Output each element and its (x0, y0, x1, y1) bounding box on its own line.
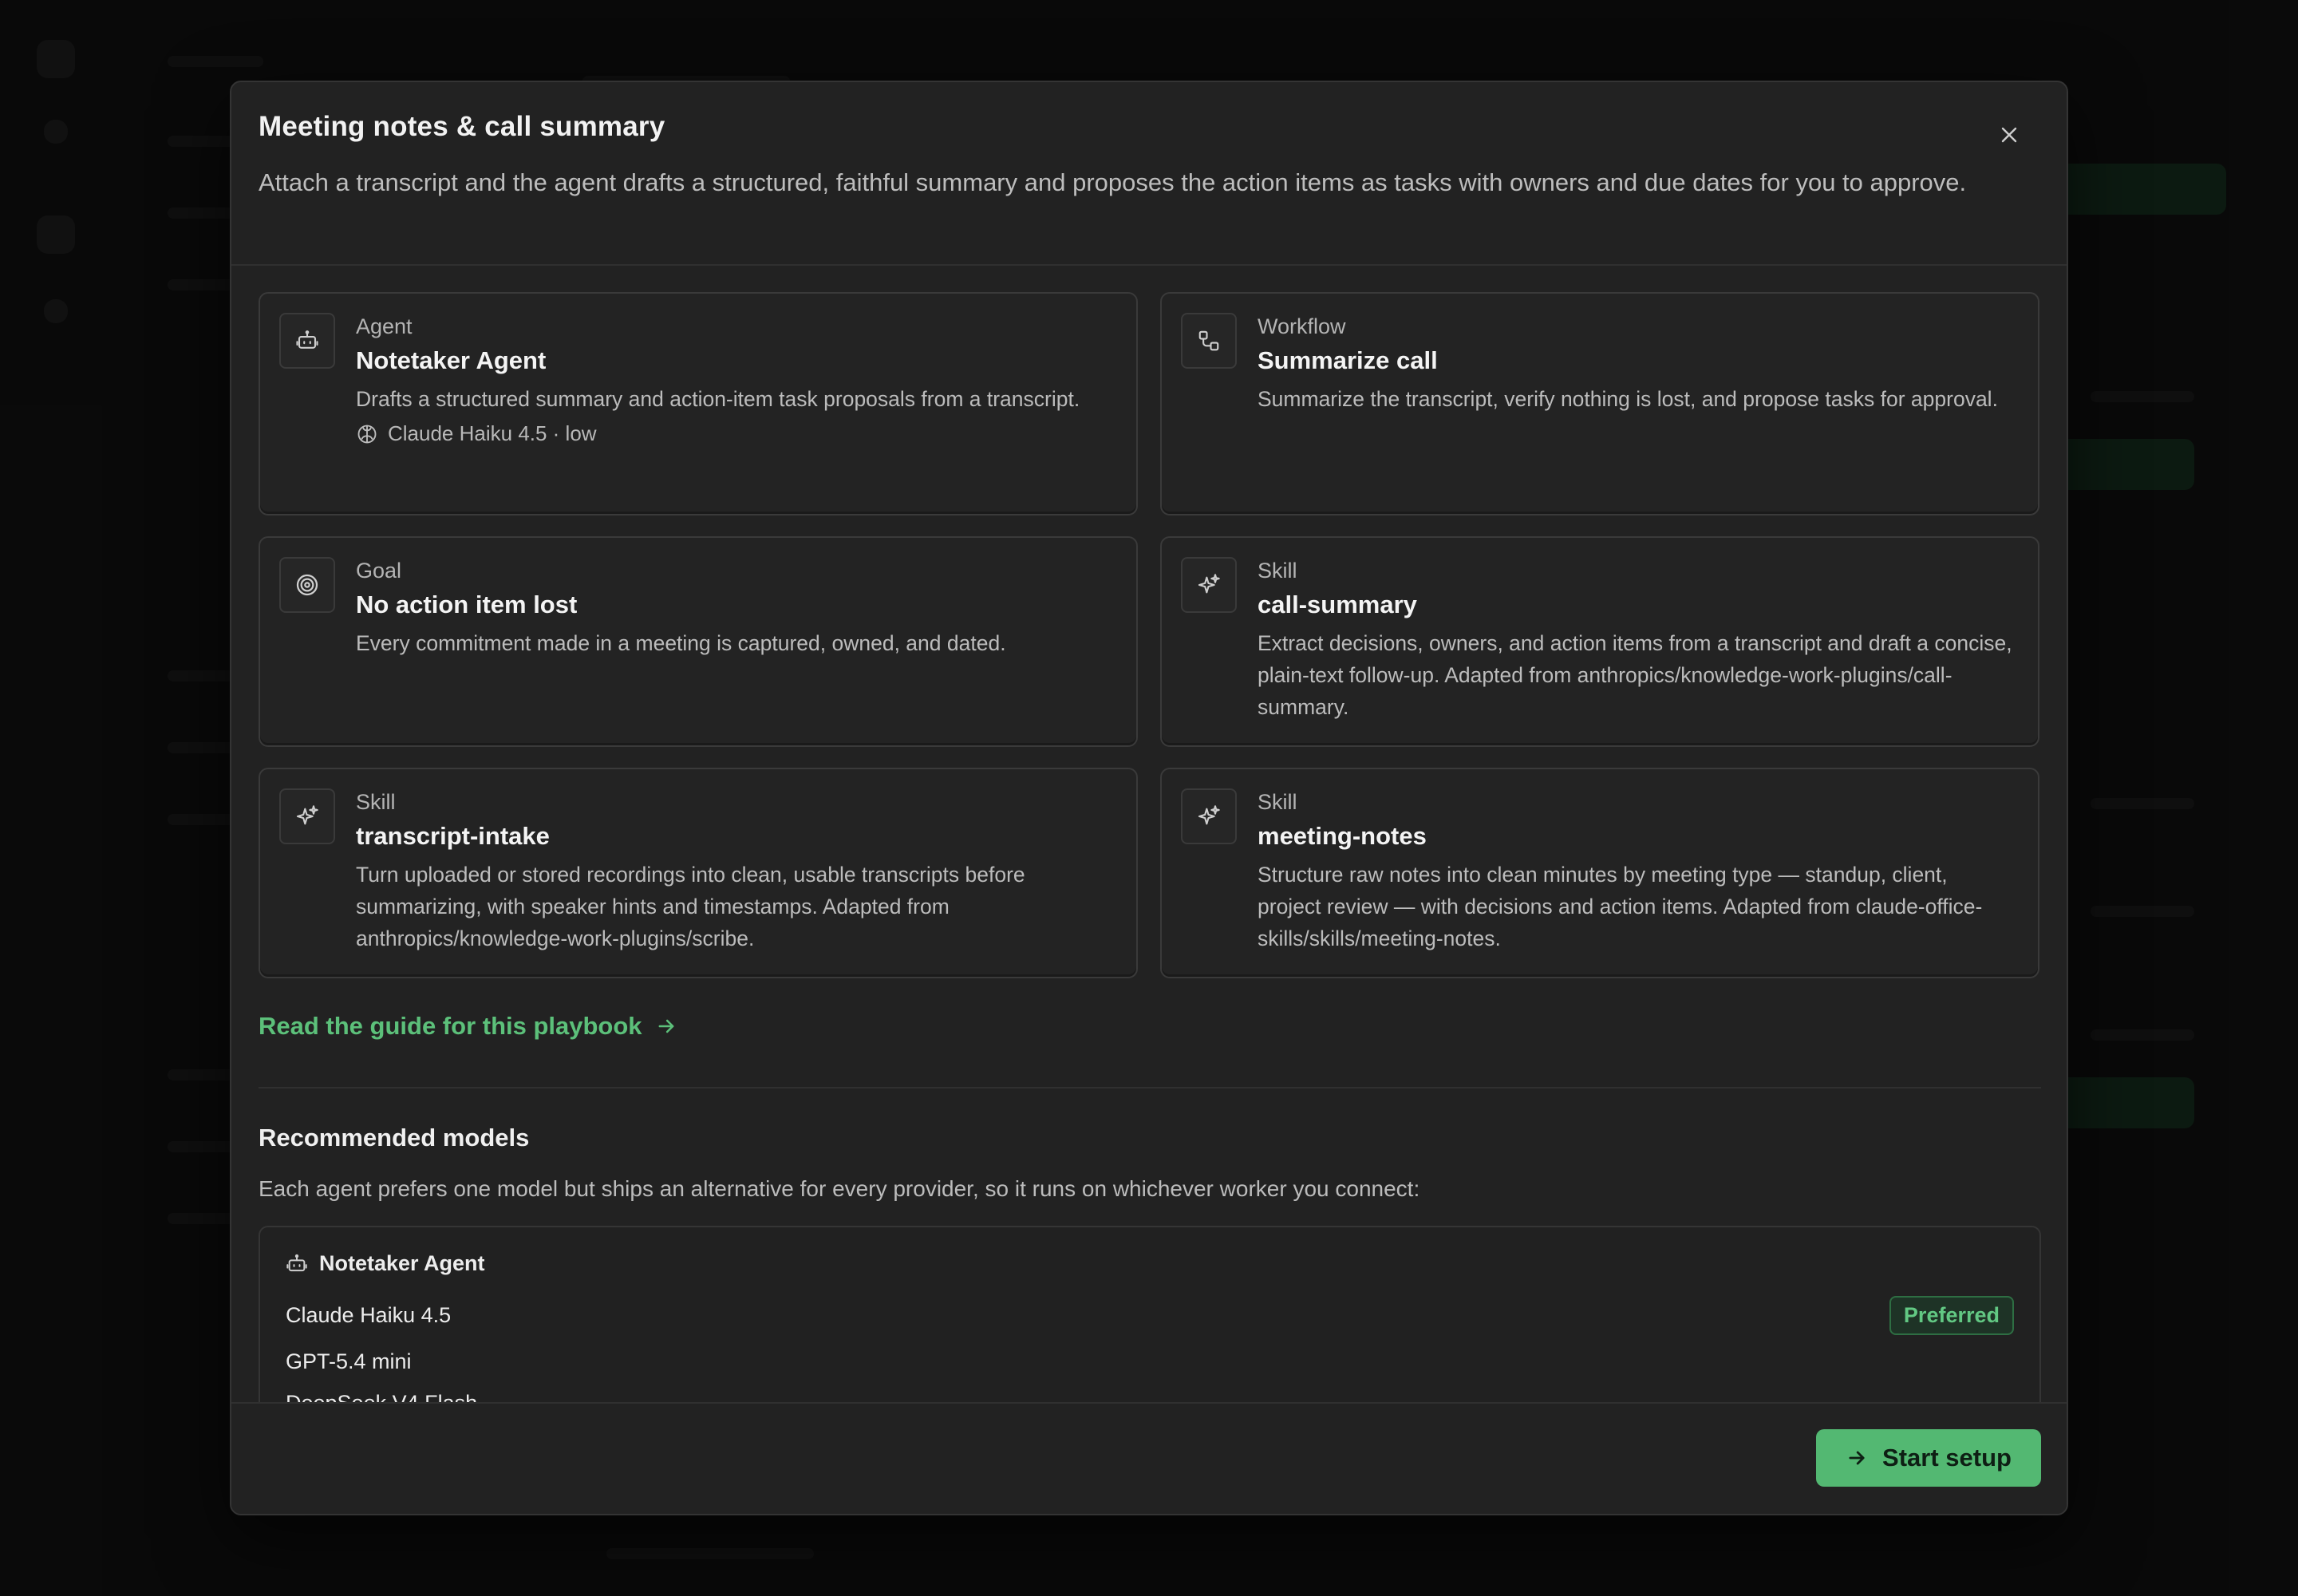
recommended-models-description: Each agent prefers one model but ships a… (259, 1176, 1420, 1201)
modal-description: Attach a transcript and the agent drafts… (259, 168, 1967, 196)
card-name: No action item lost (356, 591, 578, 618)
card-skill-meeting-notes[interactable]: Skill meeting-notes Structure raw notes … (1160, 768, 2039, 978)
card-kind: Goal (356, 559, 402, 583)
arrow-right-icon (658, 1019, 673, 1033)
card-icon-box (279, 788, 335, 844)
card-agent[interactable]: Agent Notetaker Agent Drafts a structure… (259, 292, 1138, 516)
card-icon-box (279, 557, 335, 613)
card-kind: Skill (1258, 559, 1297, 583)
close-button[interactable] (1993, 119, 2025, 151)
card-kind: Skill (356, 790, 396, 814)
guide-link-label: Read the guide for this playbook (259, 1012, 642, 1040)
card-kind: Workflow (1258, 314, 1346, 338)
card-model-meta: Claude Haiku 4.5 · low (356, 421, 1114, 446)
modal-body: Agent Notetaker Agent Drafts a structure… (259, 292, 2041, 1433)
model-name: GPT-5.4 mini (286, 1349, 412, 1373)
start-setup-label: Start setup (1882, 1444, 2012, 1472)
workflow-icon (1198, 330, 1219, 351)
playbook-components: Agent Notetaker Agent Drafts a structure… (259, 292, 2041, 978)
card-icon-box (1181, 557, 1237, 613)
card-name: Notetaker Agent (356, 346, 547, 374)
card-text: Extract decisions, owners, and action it… (1258, 631, 2012, 719)
modal-footer: Start setup (231, 1402, 2067, 1514)
card-icon-box (1181, 313, 1237, 369)
model-agent-header: Notetaker Agent (286, 1251, 2014, 1276)
card-skill-transcript-intake[interactable]: Skill transcript-intake Turn uploaded or… (259, 768, 1138, 978)
sparkle-icon (1198, 574, 1220, 594)
close-icon (2001, 127, 2017, 143)
modal-title: Meeting notes & call summary (259, 111, 665, 142)
guide-link[interactable]: Read the guide for this playbook (259, 1012, 2041, 1041)
card-name: transcript-intake (356, 822, 550, 850)
card-meta-text: Claude Haiku 4.5 · low (388, 421, 597, 445)
model-option: GPT-5.4 mini (286, 1341, 2014, 1381)
card-text: Drafts a structured summary and action-i… (356, 387, 1080, 411)
sparkle-icon (296, 805, 318, 825)
card-icon-box (1181, 788, 1237, 844)
card-text: Turn uploaded or stored recordings into … (356, 863, 1025, 950)
card-text: Structure raw notes into clean minutes b… (1258, 863, 1983, 950)
section-divider (259, 1087, 2041, 1088)
playbook-modal: Meeting notes & call summary Attach a tr… (230, 81, 2068, 1515)
target-icon (296, 574, 318, 596)
model-name: Claude Haiku 4.5 (286, 1302, 452, 1327)
sparkle-icon (1198, 805, 1220, 825)
modal-header: Meeting notes & call summary Attach a tr… (231, 82, 2067, 266)
card-name: Summarize call (1258, 346, 1438, 374)
card-kind: Agent (356, 314, 413, 338)
card-icon-box (279, 313, 335, 369)
card-text: Every commitment made in a meeting is ca… (356, 631, 1006, 655)
card-skill-call-summary[interactable]: Skill call-summary Extract decisions, ow… (1160, 536, 2039, 747)
preferred-badge: Preferred (1889, 1295, 2014, 1335)
recommended-models-title: Recommended models (259, 1124, 530, 1152)
robot-icon (296, 330, 318, 349)
card-kind: Skill (1258, 790, 1297, 814)
arrow-right-icon (1849, 1451, 1865, 1465)
card-name: meeting-notes (1258, 822, 1427, 850)
card-workflow[interactable]: Workflow Summarize call Summarize the tr… (1160, 292, 2039, 516)
model-agent-name: Notetaker Agent (319, 1251, 485, 1275)
card-text: Summarize the transcript, verify nothing… (1258, 387, 1998, 411)
model-option: Claude Haiku 4.5 Preferred (286, 1295, 2014, 1335)
start-setup-button[interactable]: Start setup (1816, 1429, 2041, 1487)
brain-icon (357, 425, 377, 443)
card-goal[interactable]: Goal No action item lost Every commitmen… (259, 536, 1138, 747)
card-name: call-summary (1258, 591, 1417, 618)
robot-icon (286, 1254, 307, 1271)
